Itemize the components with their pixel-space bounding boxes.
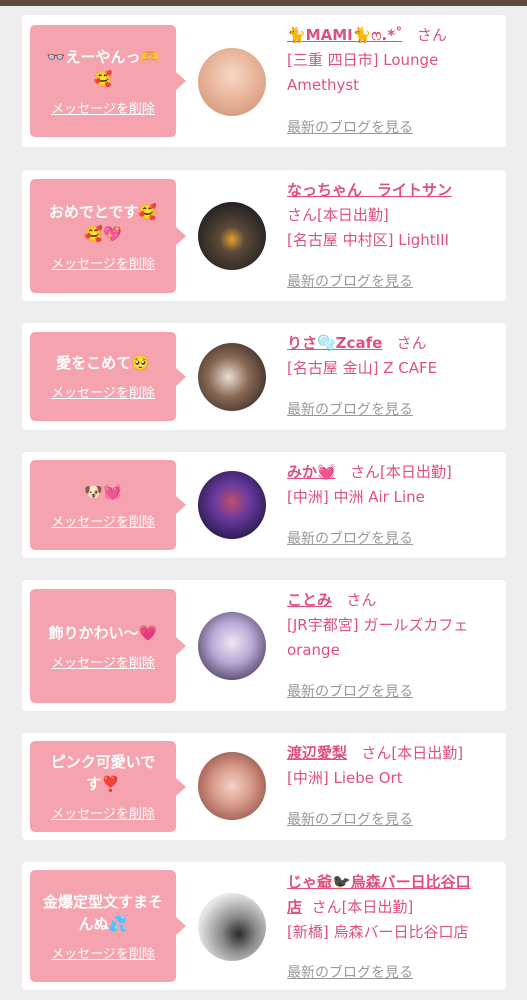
message-card: 愛をこめて🥺 メッセージを削除 りさ🫧Zcafe さん [名古屋 金山] Z C… [22, 323, 506, 430]
attendance-status: [本日出勤] [317, 206, 389, 224]
message-bubble: 飾りかわい〜💗 メッセージを削除 [30, 589, 186, 703]
message-bubble: おめでとです🥰🥰💖 メッセージを削除 [30, 179, 186, 293]
honorific: さん [396, 334, 427, 352]
shop-name: [中洲] Liebe Ort [287, 769, 403, 787]
message-card: おめでとです🥰🥰💖 メッセージを削除 なっちゃん ライトサン さん[本日出勤] … [22, 170, 506, 301]
avatar[interactable] [198, 893, 266, 961]
shop-name: [新橋] 烏森バー日比谷口店 [287, 923, 469, 941]
latest-blog-link[interactable]: 最新のブログを見る [287, 399, 413, 419]
sender-name-link[interactable]: なっちゃん ライトサン [287, 181, 452, 199]
avatar[interactable] [198, 202, 266, 270]
sender-name-link[interactable]: ことみ [287, 591, 332, 609]
sender-info: 🐈MAMI🐈ෆ.*˚ さん [三重 四日市] Lounge Amethyst [287, 23, 501, 98]
sender-name-link[interactable]: 渡辺愛梨 [287, 744, 347, 762]
message-text: 飾りかわい〜💗 [48, 623, 158, 642]
latest-blog-link[interactable]: 最新のブログを見る [287, 962, 413, 982]
latest-blog-link[interactable]: 最新のブログを見る [287, 271, 413, 291]
message-card: 🐶💓 メッセージを削除 みか💓 さん[本日出勤] [中洲] 中洲 Air Lin… [22, 452, 506, 558]
sender-info: なっちゃん ライトサン さん[本日出勤] [名古屋 中村区] LightIII [287, 178, 501, 253]
message-bubble: ピンク可愛いです❣️ メッセージを削除 [30, 741, 186, 832]
sender-name-link[interactable]: みか💓 [287, 463, 336, 481]
sender-name-link[interactable]: りさ🫧Zcafe [287, 334, 382, 352]
message-card: 飾りかわい〜💗 メッセージを削除 ことみ さん [JR宇都宮] ガールズカフェ … [22, 580, 506, 711]
top-border [0, 0, 527, 6]
honorific: さん [416, 26, 447, 44]
sender-name-link[interactable]: 🐈MAMI🐈ෆ.*˚ [287, 26, 403, 44]
message-card: ピンク可愛いです❣️ メッセージを削除 渡辺愛梨 さん[本日出勤] [中洲] L… [22, 733, 506, 840]
latest-blog-link[interactable]: 最新のブログを見る [287, 528, 413, 548]
message-text: 愛をこめて🥺 [56, 354, 150, 372]
avatar[interactable] [198, 343, 266, 411]
latest-blog-link[interactable]: 最新のブログを見る [287, 117, 413, 137]
attendance-status: [本日出勤] [341, 898, 414, 916]
shop-name: [JR宇都宮] ガールズカフェ orange [287, 616, 469, 659]
latest-blog-link[interactable]: 最新のブログを見る [287, 809, 413, 829]
latest-blog-link[interactable]: 最新のブログを見る [287, 681, 413, 701]
avatar[interactable] [198, 752, 266, 820]
delete-message-link[interactable]: メッセージを削除 [51, 652, 155, 671]
honorific: さん [311, 898, 342, 916]
honorific: さん [287, 206, 318, 224]
avatar[interactable] [198, 48, 266, 116]
shop-name: [名古屋 中村区] LightIII [287, 231, 449, 249]
message-bubble: 愛をこめて🥺 メッセージを削除 [30, 332, 186, 421]
attendance-status: [本日出勤] [391, 744, 464, 762]
message-text: ピンク可愛いです❣️ [50, 753, 156, 793]
message-bubble: 👓えーやんっ🫶🥰 メッセージを削除 [30, 25, 186, 137]
sender-info: じゃ爺🐦‍⬛烏森バー日比谷口店 さん[本日出勤] [新橋] 烏森バー日比谷口店 [287, 870, 501, 945]
attendance-status: [本日出勤] [380, 463, 452, 481]
honorific: さん [350, 463, 381, 481]
shop-name: [中洲] 中洲 Air Line [287, 488, 425, 506]
honorific: さん [361, 744, 392, 762]
sender-info: りさ🫧Zcafe さん [名古屋 金山] Z CAFE [287, 331, 501, 381]
message-text: おめでとです🥰🥰💖 [48, 202, 158, 243]
message-bubble: 🐶💓 メッセージを削除 [30, 460, 186, 550]
message-text: 🐶💓 [84, 482, 122, 501]
sender-info: ことみ さん [JR宇都宮] ガールズカフェ orange [287, 588, 501, 663]
message-text: 金爆定型文すまそんぬ💦 [42, 892, 163, 933]
delete-message-link[interactable]: メッセージを削除 [51, 511, 155, 530]
avatar[interactable] [198, 612, 266, 680]
message-card: 金爆定型文すまそんぬ💦 メッセージを削除 じゃ爺🐦‍⬛烏森バー日比谷口店 さん[… [22, 862, 506, 990]
shop-name: [名古屋 金山] Z CAFE [287, 359, 438, 377]
sender-info: みか💓 さん[本日出勤] [中洲] 中洲 Air Line [287, 460, 501, 510]
delete-message-link[interactable]: メッセージを削除 [51, 803, 155, 822]
message-text: 👓えーやんっ🫶🥰 [46, 47, 160, 88]
sender-info: 渡辺愛梨 さん[本日出勤] [中洲] Liebe Ort [287, 741, 501, 791]
message-card: 👓えーやんっ🫶🥰 メッセージを削除 🐈MAMI🐈ෆ.*˚ さん [三重 四日市]… [22, 15, 506, 147]
message-bubble: 金爆定型文すまそんぬ💦 メッセージを削除 [30, 870, 186, 982]
avatar[interactable] [198, 471, 266, 539]
delete-message-link[interactable]: メッセージを削除 [51, 253, 155, 272]
delete-message-link[interactable]: メッセージを削除 [51, 382, 155, 401]
shop-name: [三重 四日市] Lounge Amethyst [287, 51, 439, 94]
delete-message-link[interactable]: メッセージを削除 [51, 98, 155, 117]
honorific: さん [346, 591, 377, 609]
delete-message-link[interactable]: メッセージを削除 [51, 943, 155, 962]
